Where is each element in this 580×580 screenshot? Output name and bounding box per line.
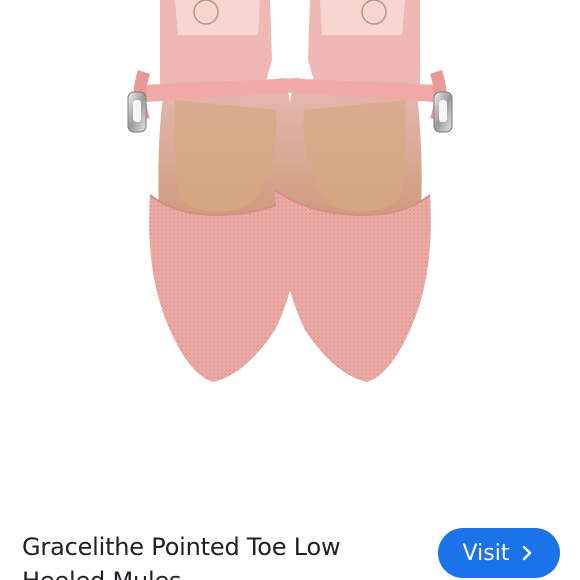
- right-shoe: [274, 0, 453, 382]
- shoe-illustration: [127, 0, 453, 382]
- visit-button[interactable]: Visit: [438, 528, 560, 578]
- product-title[interactable]: Gracelithe Pointed Toe Low Heeled Mules: [22, 530, 402, 580]
- chevron-right-icon: [523, 545, 532, 561]
- visit-button-label: Visit: [462, 540, 510, 566]
- product-image[interactable]: [0, 0, 580, 510]
- product-info-bar: Gracelithe Pointed Toe Low Heeled Mules …: [0, 510, 580, 580]
- left-shoe: [127, 0, 306, 382]
